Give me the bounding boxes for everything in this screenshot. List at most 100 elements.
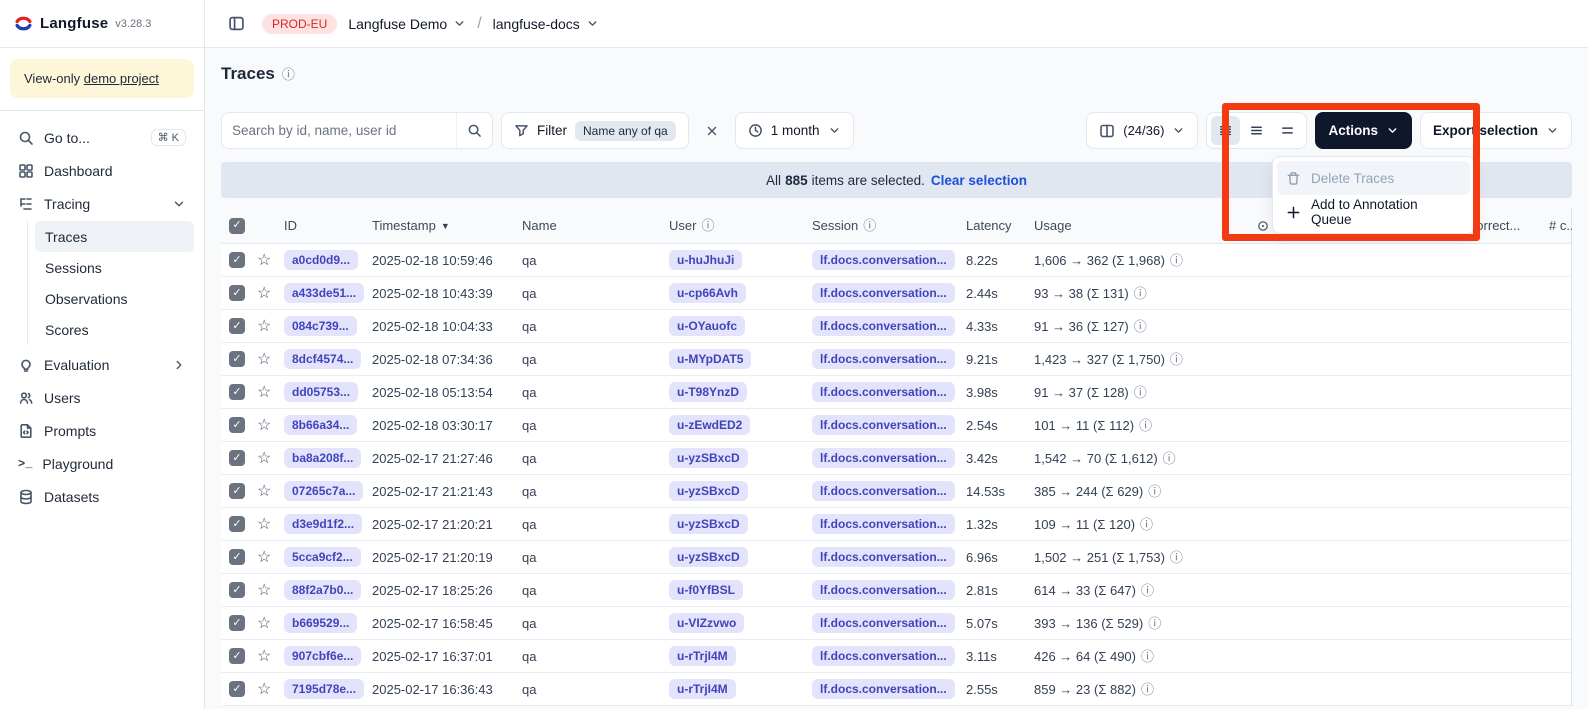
column-header-id[interactable]: ID (276, 218, 364, 233)
session-pill[interactable]: lf.docs.conversation... (812, 580, 955, 600)
row-checkbox[interactable]: ✓ (229, 582, 245, 598)
favorite-star-icon[interactable]: ☆ (257, 349, 271, 369)
session-pill[interactable]: lf.docs.conversation... (812, 283, 955, 303)
table-row[interactable]: ✓ ☆ 8dcf4574... 2025-02-18 07:34:36 qa u… (221, 343, 1571, 376)
session-pill[interactable]: lf.docs.conversation... (812, 646, 955, 666)
user-pill[interactable]: u-T98YnzD (669, 382, 747, 402)
user-pill[interactable]: u-OYauofc (669, 316, 745, 336)
user-pill[interactable]: u-yzSBxcD (669, 514, 748, 534)
sidebar-item-dashboard[interactable]: Dashboard (10, 154, 194, 187)
user-pill[interactable]: u-rTrjI4M (669, 679, 736, 699)
trace-id-pill[interactable]: d3e9d1f2... (284, 514, 362, 534)
sidebar-item-datasets[interactable]: Datasets (10, 480, 194, 513)
column-header-usage[interactable]: Usage (1026, 218, 1249, 233)
org-selector[interactable]: Langfuse Demo (348, 16, 466, 32)
column-header-timestamp[interactable]: Timestamp▼ (364, 218, 514, 233)
user-pill[interactable]: u-yzSBxcD (669, 547, 748, 567)
trace-id-pill[interactable]: 084c739... (284, 316, 357, 336)
session-pill[interactable]: lf.docs.conversation... (812, 250, 955, 270)
row-checkbox[interactable]: ✓ (229, 351, 245, 367)
session-pill[interactable]: lf.docs.conversation... (812, 382, 955, 402)
trace-id-pill[interactable]: b669529... (284, 613, 357, 633)
user-pill[interactable]: u-VIZzvwo (669, 613, 744, 633)
user-pill[interactable]: u-cp66Avh (669, 283, 746, 303)
favorite-star-icon[interactable]: ☆ (257, 415, 271, 435)
sidebar-item-sessions[interactable]: Sessions (35, 252, 194, 283)
row-checkbox[interactable]: ✓ (229, 549, 245, 565)
table-row[interactable]: ✓ ☆ 07265c7a... 2025-02-17 21:21:43 qa u… (221, 475, 1571, 508)
clear-selection-link[interactable]: Clear selection (931, 173, 1027, 188)
session-pill[interactable]: lf.docs.conversation... (812, 547, 955, 567)
user-pill[interactable]: u-huJhuJi (669, 250, 742, 270)
sidebar-item-evaluation[interactable]: Evaluation (10, 348, 194, 381)
favorite-star-icon[interactable]: ☆ (257, 250, 271, 270)
session-pill[interactable]: lf.docs.conversation... (812, 679, 955, 699)
actions-button[interactable]: Actions (1315, 112, 1412, 149)
user-pill[interactable]: u-yzSBxcD (669, 481, 748, 501)
sidebar-item-tracing[interactable]: Tracing (10, 187, 194, 220)
row-checkbox[interactable]: ✓ (229, 681, 245, 697)
trace-id-pill[interactable]: 88f2a7b0... (284, 580, 361, 600)
user-pill[interactable]: u-f0YfBSL (669, 580, 743, 600)
table-row[interactable]: ✓ ☆ a433de51... 2025-02-18 10:43:39 qa u… (221, 277, 1571, 310)
row-checkbox[interactable]: ✓ (229, 516, 245, 532)
column-header-user[interactable]: Userⓘ (661, 218, 804, 233)
table-row[interactable]: ✓ ☆ a0cd0d9... 2025-02-18 10:59:46 qa u-… (221, 244, 1571, 277)
menu-item-add-to-annotation-queue[interactable]: Add to Annotation Queue (1277, 195, 1470, 229)
row-checkbox[interactable]: ✓ (229, 384, 245, 400)
table-row[interactable]: ✓ ☆ 7195d78e... 2025-02-17 16:36:43 qa u… (221, 673, 1571, 706)
favorite-star-icon[interactable]: ☆ (257, 316, 271, 336)
session-pill[interactable]: lf.docs.conversation... (812, 316, 955, 336)
table-row[interactable]: ✓ ☆ dd05753... 2025-02-18 05:13:54 qa u-… (221, 376, 1571, 409)
table-row[interactable]: ✓ ☆ ba8a208f... 2025-02-17 21:27:46 qa u… (221, 442, 1571, 475)
favorite-star-icon[interactable]: ☆ (257, 547, 271, 567)
user-pill[interactable]: u-yzSBxcD (669, 448, 748, 468)
row-checkbox[interactable]: ✓ (229, 615, 245, 631)
row-checkbox[interactable]: ✓ (229, 483, 245, 499)
row-checkbox[interactable]: ✓ (229, 252, 245, 268)
select-all-checkbox[interactable]: ✓ (221, 218, 249, 234)
time-range-button[interactable]: 1 month (735, 112, 854, 149)
trace-id-pill[interactable]: 8b66a34... (284, 415, 357, 435)
favorite-star-icon[interactable]: ☆ (257, 679, 271, 699)
session-pill[interactable]: lf.docs.conversation... (812, 514, 955, 534)
sidebar-item-traces[interactable]: Traces (35, 221, 194, 252)
trace-id-pill[interactable]: a0cd0d9... (284, 250, 358, 270)
favorite-star-icon[interactable]: ☆ (257, 646, 271, 666)
row-height-small-button[interactable] (1211, 116, 1240, 145)
column-header-latency[interactable]: Latency (958, 218, 1026, 233)
trace-id-pill[interactable]: 907cbf6e... (284, 646, 361, 666)
session-pill[interactable]: lf.docs.conversation... (812, 415, 955, 435)
search-icon[interactable] (456, 113, 492, 148)
row-checkbox[interactable]: ✓ (229, 318, 245, 334)
row-height-medium-button[interactable] (1242, 116, 1271, 145)
trace-id-pill[interactable]: dd05753... (284, 382, 358, 402)
trace-id-pill[interactable]: 8dcf4574... (284, 349, 361, 369)
table-row[interactable]: ✓ ☆ 5cca9cf2... 2025-02-17 21:20:19 qa u… (221, 541, 1571, 574)
sidebar-item-playground[interactable]: >_ Playground (10, 447, 194, 480)
export-selection-button[interactable]: Export selection (1420, 112, 1572, 149)
table-row[interactable]: ✓ ☆ 084c739... 2025-02-18 10:04:33 qa u-… (221, 310, 1571, 343)
goto-search[interactable]: Go to... ⌘ K (10, 121, 194, 154)
favorite-star-icon[interactable]: ☆ (257, 382, 271, 402)
column-header-name[interactable]: Name (514, 218, 661, 233)
user-pill[interactable]: u-rTrjI4M (669, 646, 736, 666)
user-pill[interactable]: u-MYpDAT5 (669, 349, 751, 369)
trace-id-pill[interactable]: 7195d78e... (284, 679, 364, 699)
favorite-star-icon[interactable]: ☆ (257, 283, 271, 303)
table-row[interactable]: ✓ ☆ 88f2a7b0... 2025-02-17 18:25:26 qa u… (221, 574, 1571, 607)
project-selector[interactable]: langfuse-docs (493, 16, 599, 32)
favorite-star-icon[interactable]: ☆ (257, 514, 271, 534)
sidebar-item-observations[interactable]: Observations (35, 283, 194, 314)
trace-id-pill[interactable]: 07265c7a... (284, 481, 363, 501)
row-checkbox[interactable]: ✓ (229, 417, 245, 433)
trace-id-pill[interactable]: 5cca9cf2... (284, 547, 361, 567)
session-pill[interactable]: lf.docs.conversation... (812, 448, 955, 468)
trace-id-pill[interactable]: a433de51... (284, 283, 364, 303)
session-pill[interactable]: lf.docs.conversation... (812, 613, 955, 633)
table-row[interactable]: ✓ ☆ 8b66a34... 2025-02-18 03:30:17 qa u-… (221, 409, 1571, 442)
column-header-session[interactable]: Sessionⓘ (804, 218, 958, 233)
sidebar-item-users[interactable]: Users (10, 381, 194, 414)
columns-button[interactable]: (24/36) (1086, 112, 1198, 149)
sidebar-item-prompts[interactable]: Prompts (10, 414, 194, 447)
